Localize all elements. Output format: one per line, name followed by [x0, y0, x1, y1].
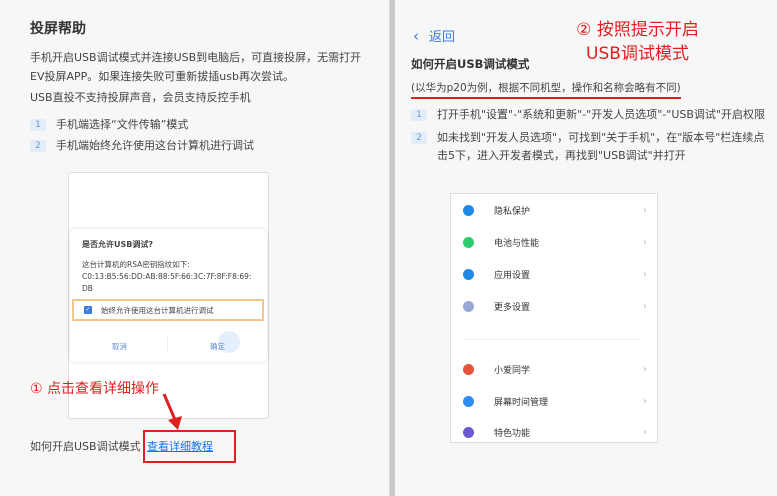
tutorial-panel: ‹ 返回 ② 按照提示开启 USB调试模式 如何开启USB调试模式 (以华为p20…: [395, 0, 777, 496]
settings-item: 小爱同学 ›: [463, 353, 647, 385]
settings-item: 特色功能 ›: [463, 416, 647, 448]
step-number: 1: [30, 119, 46, 131]
note: USB直投不支持投屏声音，会员支持反控手机: [30, 91, 251, 104]
chevron-right-icon: ›: [643, 204, 647, 216]
rsa-fingerprint: C0:13:B5:56:DD:AB:88:5F:66:3C:7F:8F:F8:6…: [82, 272, 252, 293]
setting-icon: [463, 204, 474, 216]
chevron-right-icon: ›: [643, 268, 647, 280]
setting-icon: [463, 363, 474, 375]
setting-label: 小爱同学: [494, 365, 531, 376]
setting-label: 隐私保护: [494, 206, 531, 217]
always-allow-checkbox[interactable]: ✓ 始终允许使用这台计算机进行调试: [72, 299, 264, 321]
step-number: 2: [411, 132, 427, 144]
panel-title: 投屏帮助: [30, 21, 86, 37]
chevron-right-icon: ›: [643, 395, 647, 407]
step-text: 打开手机"设置"-"系统和更新"-"开发人员选项"-"USB调试"开启权限: [437, 108, 765, 121]
settings-item: 应用设置 ›: [463, 258, 647, 290]
tutorial-title: 如何开启USB调试模式: [411, 57, 530, 71]
annotation-line: ② 按照提示开启: [576, 20, 699, 40]
setting-label: 应用设置: [494, 270, 531, 281]
setting-label: 屏幕时间管理: [494, 397, 549, 408]
settings-item: 屏幕时间管理 ›: [463, 385, 647, 417]
setting-label: 更多设置: [494, 302, 531, 313]
checkbox-icon: ✓: [84, 306, 92, 314]
chevron-right-icon: ›: [643, 363, 647, 375]
annotation-line: USB调试模式: [586, 44, 689, 64]
setting-icon: [463, 395, 474, 407]
dialog-body: 这台计算机的RSA密钥指纹如下:: [82, 260, 190, 269]
step-text: 手机端始终允许使用这台计算机进行调试: [56, 139, 254, 152]
step-text: 如未找到"开发人员选项"，可找到"关于手机"，在"版本号"栏连续点击5下，进入开…: [437, 131, 765, 162]
settings-item: 隐私保护 ›: [463, 194, 647, 226]
tutorial-subtitle: (以华为p20为例，根据不同机型，操作和名称会略有不同): [411, 80, 681, 99]
help-panel: 投屏帮助 手机开启USB调试模式并连接USB到电脑后，可直接投屏，无需打开EV投…: [0, 0, 390, 496]
settings-item: 更多设置 ›: [463, 290, 647, 322]
cancel-button[interactable]: 取消: [112, 341, 127, 352]
setting-icon: [463, 268, 474, 280]
settings-item: 电池与性能 ›: [463, 226, 647, 258]
description: 手机开启USB调试模式并连接USB到电脑后，可直接投屏，无需打开EV投屏APP。…: [30, 51, 362, 83]
step-number: 1: [411, 109, 427, 121]
back-button[interactable]: ‹ 返回: [413, 26, 456, 46]
setting-icon: [463, 300, 474, 312]
chevron-right-icon: ›: [643, 426, 647, 438]
arrow-icon: [162, 393, 182, 430]
step-number: 2: [30, 140, 46, 152]
setting-icon: [463, 236, 474, 248]
setting-icon: [463, 426, 474, 438]
chevron-right-icon: ›: [643, 236, 647, 248]
chevron-left-icon: ‹: [413, 26, 419, 45]
checkbox-label: 始终允许使用这台计算机进行调试: [101, 305, 214, 315]
back-label: 返回: [429, 30, 456, 45]
divider: [463, 339, 639, 340]
settings-screenshot: 隐私保护 › 电池与性能 › 应用设置 › 更多设置 › 小爱同学 › 屏幕时间管理 › 特色功能 ›: [450, 193, 658, 443]
setting-label: 特色功能: [494, 428, 531, 439]
usb-debug-dialog: 是否允许USB调试? 这台计算机的RSA密钥指纹如下: C0:13:B5:56:…: [70, 229, 267, 362]
dialog-title: 是否允许USB调试?: [82, 240, 153, 249]
step-text: 手机端选择“文件传输”模式: [56, 118, 189, 131]
step-item: 1 打开手机"设置"-"系统和更新"-"开发人员选项"-"USB调试"开启权限: [411, 106, 766, 124]
footer-text: 如何开启USB调试模式: [30, 440, 141, 453]
divider: [167, 337, 168, 351]
setting-label: 电池与性能: [494, 238, 540, 249]
view-tutorial-link[interactable]: 查看详细教程: [147, 438, 213, 454]
step-item: 2 手机端始终允许使用这台计算机进行调试: [30, 137, 254, 155]
step-item: 1 手机端选择“文件传输”模式: [30, 116, 254, 134]
annotation-text: ① 点击查看详细操作: [30, 381, 160, 397]
chevron-right-icon: ›: [643, 300, 647, 312]
tap-indicator: [218, 331, 240, 353]
step-item: 2 如未找到"开发人员选项"，可找到"关于手机"，在"版本号"栏连续点击5下，进入…: [411, 129, 766, 165]
